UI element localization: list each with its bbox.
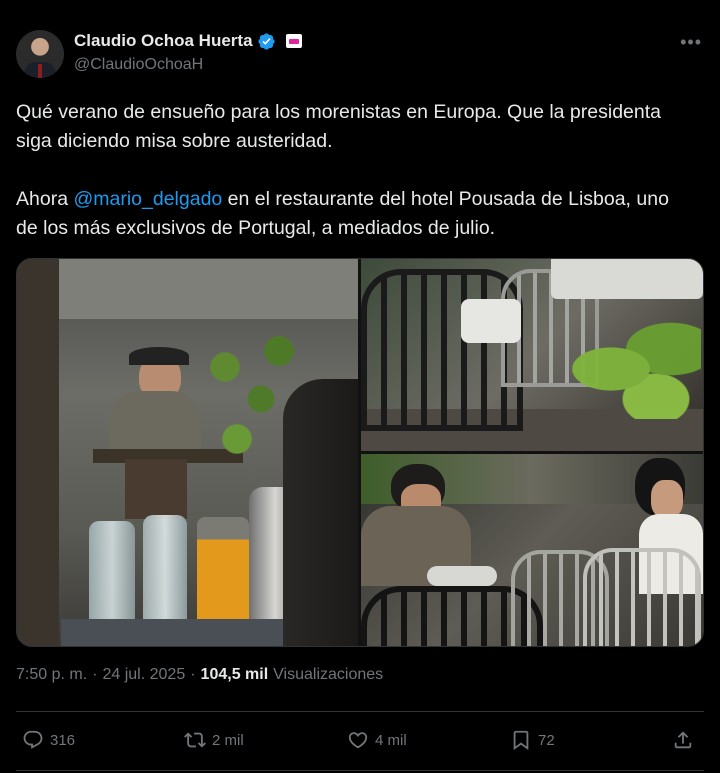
avatar[interactable] <box>16 30 64 78</box>
repost-icon <box>184 732 206 748</box>
repost-count: 2 mil <box>212 731 244 749</box>
like-button[interactable]: 4 mil <box>347 729 407 751</box>
divider-bottom <box>16 770 704 771</box>
more-icon[interactable]: ••• <box>680 32 702 53</box>
photo-3[interactable] <box>361 454 703 646</box>
views-label[interactable]: Visualizaciones <box>273 666 383 684</box>
like-icon <box>348 732 368 749</box>
reply-button[interactable]: 316 <box>22 729 75 751</box>
share-icon <box>674 731 692 749</box>
reply-icon <box>23 730 43 749</box>
repost-button[interactable]: 2 mil <box>184 729 244 751</box>
tweet-meta: 7:50 p. m. · 24 jul. 2025 · 104,5 mil Vi… <box>16 666 383 684</box>
bookmark-icon <box>513 730 529 751</box>
tweet-paragraph-1: Qué verano de ensueño para los morenista… <box>16 101 661 152</box>
tweet-paragraph-2: Ahora @mario_delgado en el restaurante d… <box>16 185 696 243</box>
bookmark-count: 72 <box>538 731 555 749</box>
tweet-date[interactable]: 24 jul. 2025 <box>102 666 185 684</box>
affiliate-badge-icon[interactable] <box>285 34 302 48</box>
photo-2[interactable] <box>361 259 703 451</box>
bookmark-button[interactable]: 72 <box>510 729 555 751</box>
verified-icon <box>257 32 275 50</box>
meta-separator: · <box>92 666 98 683</box>
tweet-text: Qué verano de ensueño para los morenista… <box>16 98 696 243</box>
reply-count: 316 <box>50 731 76 749</box>
like-count: 4 mil <box>375 731 407 749</box>
tweet-paragraph-2-prefix: Ahora <box>16 188 74 210</box>
share-button[interactable] <box>672 729 694 751</box>
avatar-tie <box>38 64 42 78</box>
meta-separator-2: · <box>190 666 196 683</box>
mention-link[interactable]: @mario_delgado <box>73 188 222 210</box>
author-name-row: Claudio Ochoa Huerta <box>74 31 302 51</box>
display-name[interactable]: Claudio Ochoa Huerta <box>74 31 253 51</box>
action-bar: 316 2 mil 4 mil 72 <box>0 712 720 770</box>
views-count: 104,5 mil <box>200 666 269 683</box>
author-handle[interactable]: @ClaudioOchoaH <box>74 56 203 74</box>
tweet-time[interactable]: 7:50 p. m. <box>16 666 87 684</box>
media-grid <box>16 258 704 647</box>
photo-1[interactable] <box>17 259 358 646</box>
